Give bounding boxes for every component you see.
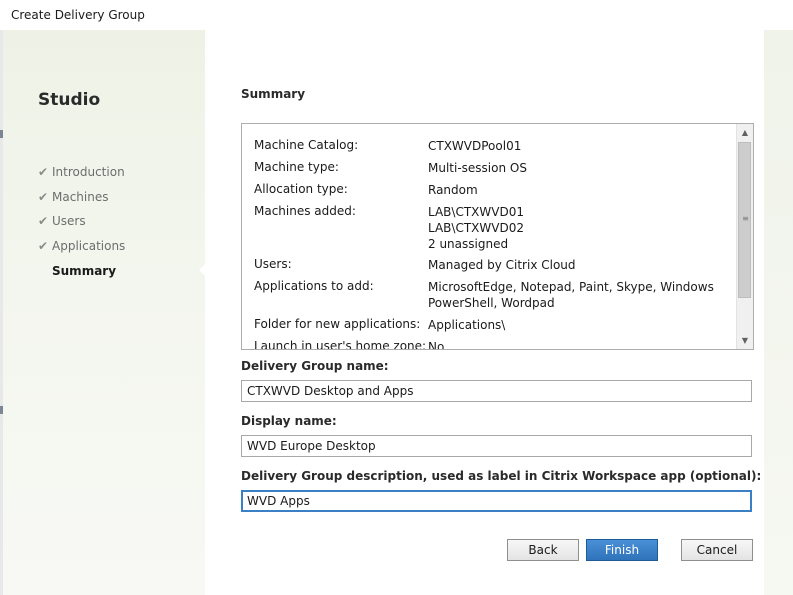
summary-scrollbar[interactable]: ▲ ≡ ▼ [736,124,753,349]
nav-item-summary: Summary [52,264,116,278]
summary-value-line: LAB\CTXWVD02 [428,221,524,235]
summary-value-line: PowerShell, Wordpad [428,296,555,310]
create-delivery-group-window: Create Delivery Group Studio ✔ Introducti… [0,0,793,595]
summary-value-allocation-type: Random [428,183,478,197]
group-name-label: Delivery Group name: [241,359,389,373]
summary-list[interactable]: Machine Catalog: CTXWVDPool01 Machine ty… [241,123,754,350]
description-label: Delivery Group description, used as labe… [241,469,762,483]
summary-value-machine-type: Multi-session OS [428,161,527,175]
studio-title: Studio [38,90,101,110]
finish-button[interactable]: Finish [586,539,658,561]
scroll-down-arrow-icon[interactable]: ▼ [737,332,753,349]
nav-item-users[interactable]: ✔ Users [38,214,86,228]
right-edge-panel [764,30,793,595]
wizard-sidebar: Studio ✔ Introduction ✔ Machines ✔ Users ✔ A… [3,30,205,595]
grip-icon: ≡ [742,214,749,223]
nav-item-applications[interactable]: ✔ Applications [38,239,125,253]
main-panel: Summary Machine Catalog: CTXWVDPool01 Ma… [205,30,764,595]
window-title: Create Delivery Group [11,8,145,22]
nav-item-label: Summary [52,264,117,278]
checkmark-icon: ✔ [38,190,49,204]
checkmark-icon: ✔ [38,239,49,253]
checkmark-icon: ✔ [38,214,49,228]
summary-label-machine-type: Machine type: [254,160,339,174]
nav-item-introduction[interactable]: ✔ Introduction [38,165,125,179]
summary-label-folder: Folder for new applications: [254,317,421,331]
summary-value-line: LAB\CTXWVD01 [428,205,524,219]
back-button[interactable]: Back [507,539,579,561]
summary-value-machines-added: LAB\CTXWVD01 LAB\CTXWVD02 2 unassigned [428,204,524,252]
summary-label-machines-added: Machines added: [254,204,356,218]
summary-label-users: Users: [254,257,292,271]
summary-value-machine-catalog: CTXWVDPool01 [428,139,522,153]
nav-item-label: Applications [52,239,126,253]
scroll-thumb[interactable]: ≡ [738,142,751,298]
summary-value-users: Managed by Citrix Cloud [428,258,576,272]
title-bar: Create Delivery Group [0,0,793,30]
summary-label-machine-catalog: Machine Catalog: [254,138,359,152]
display-name-input[interactable] [241,435,752,457]
group-name-input[interactable] [241,380,752,402]
cancel-button[interactable]: Cancel [681,539,753,561]
nav-item-label: Machines [52,190,109,204]
summary-value-line: 2 unassigned [428,237,509,251]
summary-value-line: MicrosoftEdge, Notepad, Paint, Skype, Wi… [428,280,714,294]
display-name-label: Display name: [241,414,337,428]
page-heading: Summary [241,87,306,101]
checkmark-icon: ✔ [38,165,49,179]
summary-value-folder: Applications\ [428,318,506,332]
summary-label-home-zone: Launch in user's home zone: [254,339,427,350]
summary-label-applications-to-add: Applications to add: [254,279,374,293]
summary-value-home-zone: No [428,340,445,350]
scroll-up-arrow-icon[interactable]: ▲ [737,124,753,141]
summary-value-applications-to-add: MicrosoftEdge, Notepad, Paint, Skype, Wi… [428,279,714,311]
summary-label-allocation-type: Allocation type: [254,182,348,196]
description-input[interactable] [241,490,752,512]
nav-item-label: Users [52,214,86,228]
nav-item-machines[interactable]: ✔ Machines [38,190,108,204]
nav-item-label: Introduction [52,165,125,179]
